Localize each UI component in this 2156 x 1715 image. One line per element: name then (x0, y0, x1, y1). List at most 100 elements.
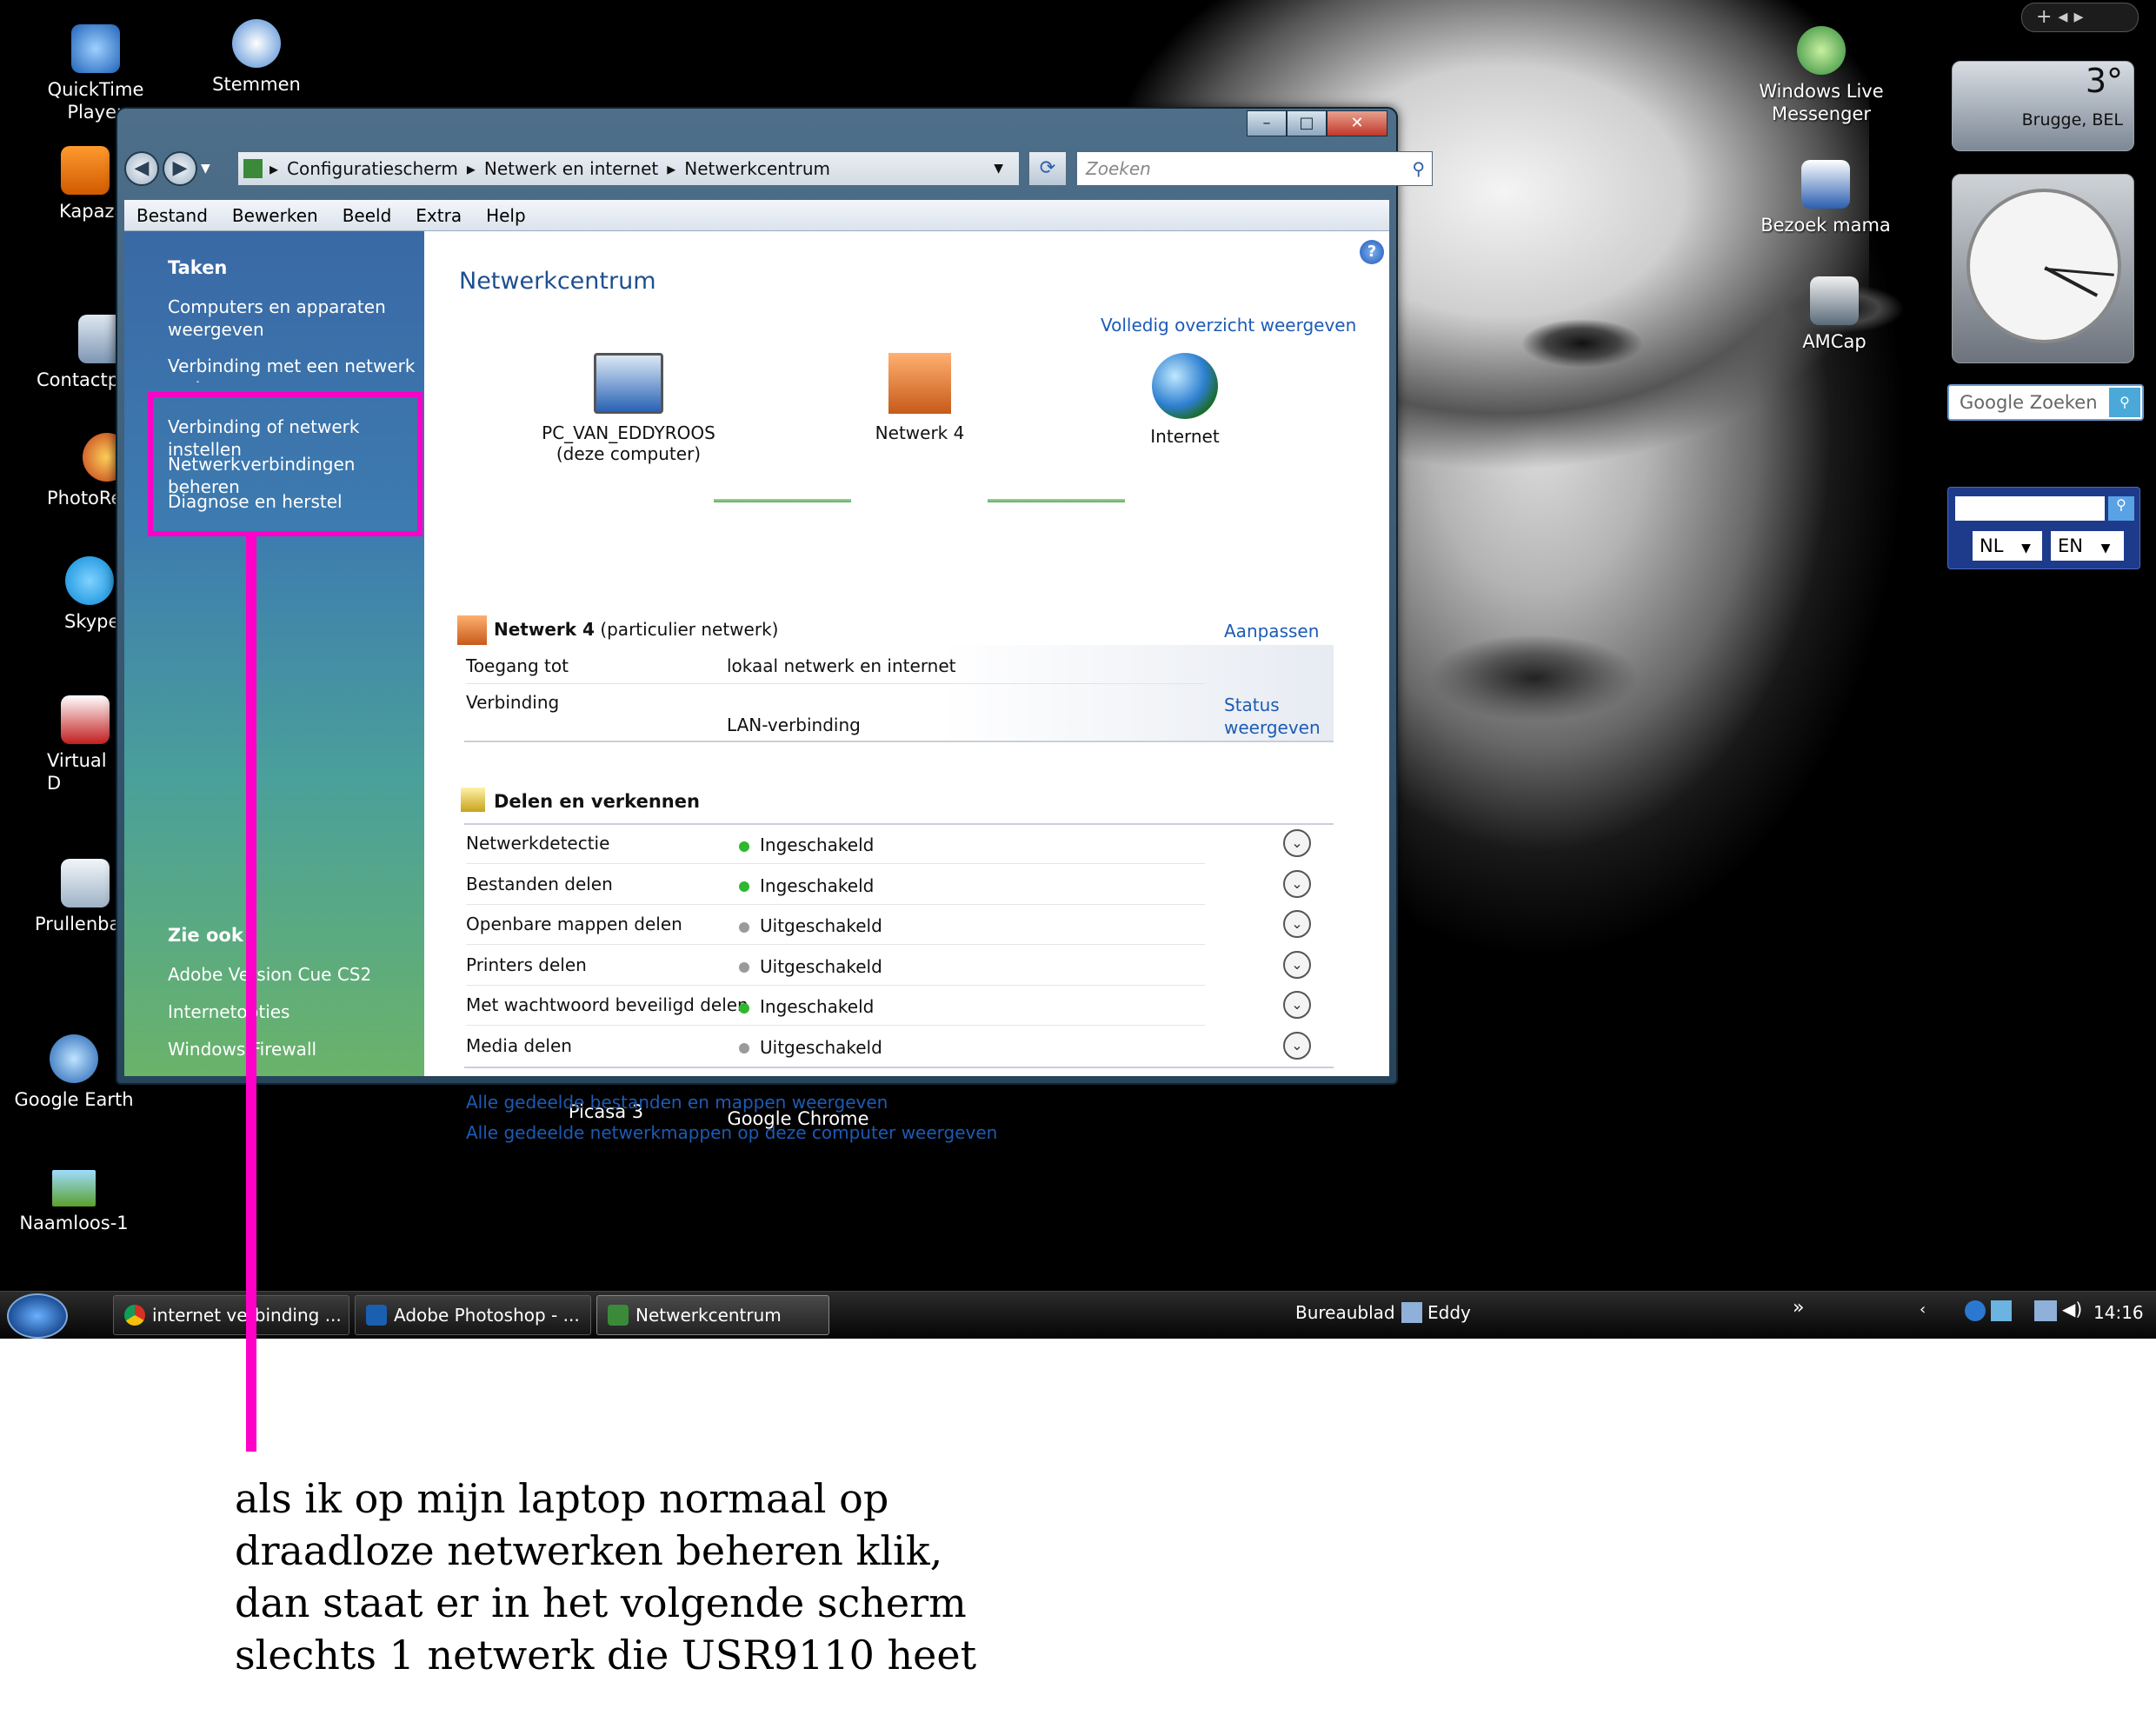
desktop-icon-virtualdj[interactable]: Virtual D (43, 695, 122, 794)
status-off-icon (739, 962, 749, 973)
translator-from-select[interactable]: NL ▼ (1973, 531, 2042, 561)
desktop-icon-skype[interactable]: Skype (52, 556, 122, 633)
toolbar-expand-icon[interactable]: » (1793, 1297, 1804, 1319)
map-computer[interactable]: PC_VAN_EDDYROOS (deze computer) (529, 353, 729, 464)
sharing-row-status: Ingeschakeld (739, 875, 874, 896)
status-on-icon (739, 881, 749, 892)
house-icon (457, 615, 487, 645)
view-shared-folders-link[interactable]: Alle gedeelde netwerkmappen op deze comp… (466, 1122, 997, 1143)
menu-bestand[interactable]: Bestand (124, 205, 220, 226)
search-input[interactable]: Zoeken ⚲ (1076, 151, 1433, 186)
chevron-down-icon[interactable]: ⌄ (1283, 991, 1311, 1019)
address-bar[interactable]: ▸ Configuratiescherm ▸ Netwerk en intern… (237, 151, 1020, 186)
close-button[interactable]: ✕ (1327, 110, 1387, 136)
sidebar-controls[interactable]: + ◂ ▸ (2021, 3, 2139, 32)
globe-icon (1152, 353, 1218, 419)
maximize-button[interactable]: □ (1287, 110, 1327, 136)
minimize-button[interactable]: – (1247, 110, 1287, 136)
full-map-link[interactable]: Volledig overzicht weergeven (1101, 315, 1356, 336)
start-button[interactable] (7, 1293, 68, 1339)
clock-time[interactable]: 14:16 (2093, 1302, 2144, 1323)
sharing-row-status: Uitgeschakeld (739, 956, 882, 977)
map-internet[interactable]: Internet (1120, 353, 1250, 447)
breadcrumb-network-center[interactable]: Netwerkcentrum (684, 158, 830, 179)
taskbar-button-photoshop[interactable]: Adobe Photoshop - ... (355, 1295, 591, 1335)
desktop-icon-naamloos[interactable]: Naamloos-1 (9, 1170, 139, 1234)
search-icon[interactable]: ⚲ (2108, 496, 2134, 521)
translator-input[interactable] (1955, 496, 2105, 521)
desktop-icon-bezoek-mama[interactable]: Bezoek mama (1756, 160, 1895, 236)
taskbar: internet verbinding ... Adobe Photoshop … (0, 1291, 2156, 1339)
network-center-window: – □ ✕ ◀ ▶ ▼ ▸ Configuratiescherm ▸ Netwe… (116, 107, 1433, 1143)
kapaza-icon (61, 146, 110, 195)
search-icon[interactable]: ⚲ (2109, 388, 2140, 417)
flash-icon (232, 19, 281, 68)
tray-app-icon[interactable] (1991, 1300, 2012, 1321)
task-view-computers[interactable]: Computers en apparaten weergeven (168, 296, 420, 341)
refresh-button[interactable]: ⟳ (1028, 151, 1067, 186)
breadcrumb-control-panel[interactable]: Configuratiescherm (287, 158, 458, 179)
chevron-down-icon[interactable]: ⌄ (1283, 869, 1311, 898)
status-on-icon (739, 841, 749, 852)
chevron-down-icon[interactable]: ⌄ (1283, 910, 1311, 938)
history-dropdown[interactable]: ▼ (201, 162, 210, 176)
desktop-icon-messenger[interactable]: Windows Live Messenger (1752, 26, 1891, 125)
desktop-toolbar-label[interactable]: Bureaublad (1295, 1302, 1395, 1323)
taskbar-button-network-center[interactable]: Netwerkcentrum (596, 1295, 829, 1335)
help-icon[interactable]: ? (1360, 240, 1384, 264)
breadcrumb-network-internet[interactable]: Netwerk en internet (484, 158, 658, 179)
desktop-icon-recyclebin[interactable]: Prullenba (35, 859, 122, 935)
see-also-version-cue[interactable]: Adobe Version Cue CS2 (168, 963, 420, 986)
highlight-box (148, 392, 423, 536)
chevron-down-icon[interactable]: ⌄ (1283, 950, 1311, 979)
section-divider (464, 1067, 1334, 1068)
sharing-row: Openbare mappen delen Uitgeschakeld ⌄ (424, 905, 1311, 945)
customize-link[interactable]: Aanpassen (1224, 621, 1319, 641)
desktop-icon-amcap[interactable]: AMCap (1769, 276, 1900, 353)
google-search-input[interactable]: Google Zoeken (1960, 392, 2098, 413)
desktop-icon-photore[interactable]: PhotoRe (35, 433, 131, 509)
view-shared-files-link[interactable]: Alle gedeelde bestanden en mappen weerge… (466, 1092, 888, 1113)
search-icon[interactable]: ⚲ (1412, 152, 1425, 185)
address-dropdown[interactable]: ▼ (994, 162, 1003, 176)
sharing-row-label: Met wachtwoord beveiligd delen (466, 994, 749, 1015)
sharing-row-label: Bestanden delen (466, 873, 613, 894)
sharing-row: Met wachtwoord beveiligd delen Ingeschake… (424, 986, 1311, 1026)
task-connect-network[interactable]: Verbinding met een netwerk maken (168, 355, 420, 382)
volume-icon[interactable]: ◀) (2062, 1299, 2082, 1319)
status-off-icon (739, 921, 749, 933)
user-toolbar-label[interactable]: Eddy (1427, 1302, 1471, 1323)
menu-help[interactable]: Help (474, 205, 538, 226)
chevron-down-icon[interactable]: ⌄ (1283, 829, 1311, 857)
forward-button[interactable]: ▶ (163, 151, 197, 186)
navigation-bar: ◀ ▶ ▼ ▸ Configuratiescherm ▸ Netwerk en … (124, 148, 1433, 189)
sharing-icon (461, 788, 485, 812)
see-also-internet-options[interactable]: Internetopties (168, 1000, 420, 1023)
row-divider (466, 683, 1205, 684)
google-search-gadget[interactable]: Google Zoeken ⚲ (1947, 384, 2144, 421)
menu-bewerken[interactable]: Bewerken (220, 205, 330, 226)
desktop-icon-contactp[interactable]: Contactp (26, 315, 127, 391)
desktop-icon-kapaza[interactable]: Kapaza (26, 146, 130, 223)
status-link[interactable]: Status weergeven (1224, 694, 1321, 739)
sharing-section-title: Delen en verkennen (494, 791, 700, 812)
weather-temperature: 3° (2085, 62, 2123, 100)
network-tray-icon[interactable] (2034, 1300, 2057, 1321)
see-also-firewall[interactable]: Windows Firewall (168, 1038, 420, 1060)
translator-to-select[interactable]: EN ▼ (2051, 531, 2124, 561)
taskbar-button-chrome[interactable]: internet verbinding ... (113, 1295, 349, 1335)
chevron-down-icon[interactable]: ⌄ (1283, 1031, 1311, 1060)
weather-gadget[interactable]: 3° Brugge, BEL (1952, 61, 2134, 151)
desktop-icon-stemmen[interactable]: Stemmen (191, 19, 322, 96)
sharing-row: Media delen Uitgeschakeld ⌄ (424, 1027, 1311, 1067)
sharing-row-label: Openbare mappen delen (466, 914, 682, 934)
address-separator: ▸ (466, 158, 476, 179)
menu-beeld[interactable]: Beeld (330, 205, 404, 226)
menu-extra[interactable]: Extra (403, 205, 474, 226)
back-button[interactable]: ◀ (124, 151, 159, 186)
sharing-row-label: Printers delen (466, 954, 587, 975)
recycle-bin-icon (61, 859, 110, 907)
map-network[interactable]: Netwerk 4 (850, 353, 989, 443)
tray-app-icon[interactable] (1965, 1300, 1986, 1321)
show-hidden-icons-icon[interactable]: ‹ (1920, 1300, 1926, 1319)
